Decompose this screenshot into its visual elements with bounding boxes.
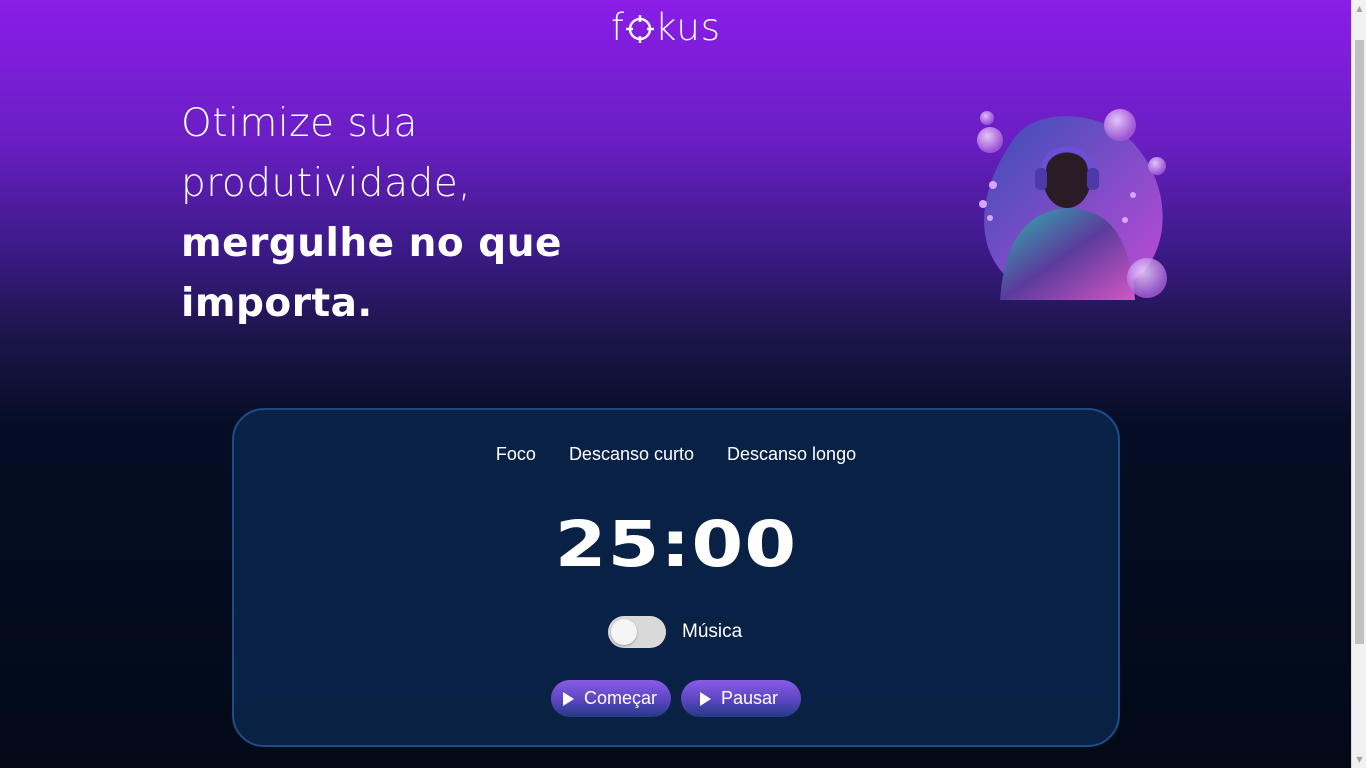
timer-mode-tabs: Foco Descanso curto Descanso longo xyxy=(234,442,1118,467)
scroll-up-arrow-icon[interactable]: ▲ xyxy=(1352,0,1366,17)
logo-suffix: kus xyxy=(655,5,722,49)
tab-descanso-longo[interactable]: Descanso longo xyxy=(727,442,856,467)
music-toggle-row: Música xyxy=(608,616,742,648)
pause-button[interactable]: Pausar xyxy=(681,680,801,717)
hero-line-3: mergulhe no que xyxy=(181,221,562,266)
page: f kus Otimize sua produtividade, mergulh… xyxy=(0,0,1351,768)
hero-line-1: Otimize sua xyxy=(181,101,418,146)
hero-line-4: importa. xyxy=(181,281,373,326)
timer-actions: Começar Pausar xyxy=(551,680,801,717)
music-toggle[interactable] xyxy=(608,616,666,648)
music-label: Música xyxy=(682,621,743,642)
hero-line-2: produtividade, xyxy=(181,161,472,206)
toggle-knob xyxy=(611,619,637,645)
person-with-headphones-illustration xyxy=(965,100,1175,310)
start-button[interactable]: Começar xyxy=(551,680,671,717)
play-icon xyxy=(700,691,711,706)
hero-title: Otimize sua produtividade, mergulhe no q… xyxy=(181,94,701,334)
target-icon xyxy=(626,15,655,43)
timer-card: Foco Descanso curto Descanso longo 25:00… xyxy=(232,408,1120,747)
play-icon xyxy=(563,691,574,706)
tab-descanso-curto[interactable]: Descanso curto xyxy=(569,442,694,467)
tab-foco[interactable]: Foco xyxy=(496,442,536,467)
logo-prefix: f xyxy=(611,5,626,49)
fokus-logo[interactable]: f kus xyxy=(611,5,722,49)
start-button-label: Começar xyxy=(584,688,658,708)
pause-button-label: Pausar xyxy=(721,688,779,708)
scroll-down-arrow-icon[interactable]: ▼ xyxy=(1352,751,1366,768)
timer-display: 25:00 xyxy=(554,508,798,581)
vertical-scrollbar[interactable]: ▲ ▼ xyxy=(1351,0,1366,768)
scrollbar-thumb[interactable] xyxy=(1355,40,1364,644)
